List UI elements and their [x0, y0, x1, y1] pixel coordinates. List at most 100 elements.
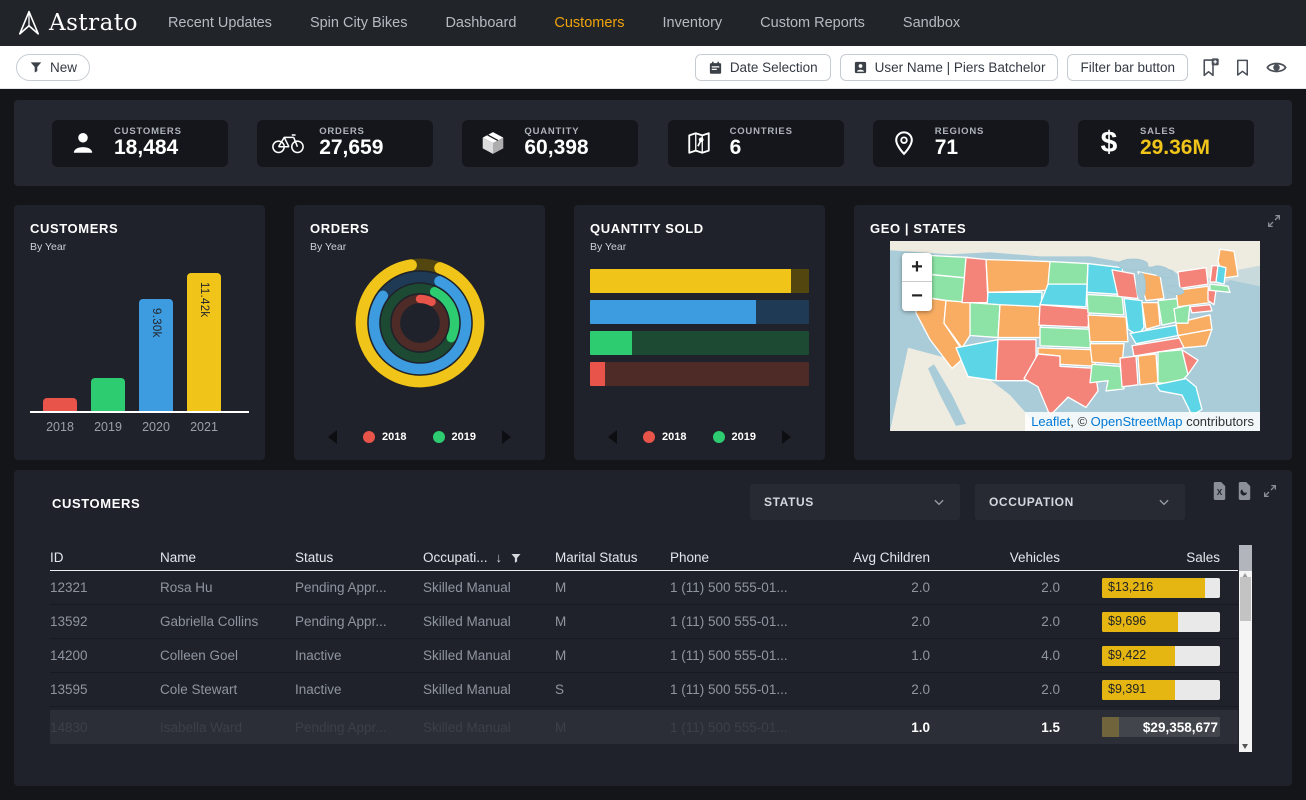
bookmark-icon [1233, 58, 1252, 77]
hbar-2019[interactable] [590, 331, 809, 355]
leaflet-map[interactable]: + − [890, 241, 1260, 431]
bookmark-button[interactable] [1231, 56, 1254, 79]
nav-item-spin-city-bikes[interactable]: Spin City Bikes [310, 15, 408, 31]
calendar-icon [708, 60, 723, 75]
kpi-sales[interactable]: $ SALES 29.36M [1078, 120, 1254, 167]
nav-item-customers[interactable]: Customers [554, 15, 624, 31]
orders-legend: 2018 2019 [310, 430, 529, 444]
total-sales: $29,358,677 [1102, 717, 1220, 737]
nav-item-custom-reports[interactable]: Custom Reports [760, 15, 865, 31]
charts-row: CUSTOMERS By Year 9.30k11.42k 2018201920… [14, 205, 1292, 460]
map-zoom-control: + − [902, 253, 932, 311]
date-selection-button[interactable]: Date Selection [695, 54, 831, 81]
table-row[interactable]: 14200 Colleen Goel Inactive Skilled Manu… [50, 639, 1238, 673]
table-header-row: ID Name Status Occupati... ↓ Marital Sta… [50, 545, 1238, 571]
bookmark-add-button[interactable] [1197, 55, 1222, 80]
person-icon [66, 130, 100, 156]
status-filter-dropdown[interactable]: STATUS [750, 484, 960, 520]
nav-item-dashboard[interactable]: Dashboard [445, 15, 516, 31]
table-scrollbar[interactable] [1239, 545, 1252, 752]
kpi-regions[interactable]: REGIONS 71 [873, 120, 1049, 167]
legend-prev-arrow[interactable] [328, 430, 337, 444]
table-row[interactable]: 13595 Cole Stewart Inactive Skilled Manu… [50, 673, 1238, 707]
orders-donut-svg [352, 255, 488, 391]
kpi-quantity[interactable]: QUANTITY 60,398 [462, 120, 638, 167]
hbar-2020[interactable] [590, 300, 809, 324]
legend-item-2018[interactable]: 2018 [363, 431, 406, 443]
col-avg-children[interactable]: Avg Children [830, 550, 940, 565]
nav-item-recent-updates[interactable]: Recent Updates [168, 15, 272, 31]
excel-export-icon[interactable]: X [1212, 482, 1227, 500]
brand[interactable]: Astrato [16, 10, 138, 36]
pin-icon [887, 130, 921, 156]
sort-desc-icon[interactable]: ↓ [496, 550, 503, 565]
customers-table-panel: CUSTOMERS STATUS OCCUPATION X [14, 470, 1292, 786]
legend-next-arrow[interactable] [782, 430, 791, 444]
bar-2020[interactable]: 9.30k [139, 299, 173, 411]
table-row[interactable]: 13592 Gabriella Collins Pending Appr... … [50, 605, 1238, 639]
filter-bar-button[interactable]: Filter bar button [1067, 54, 1188, 81]
customers-bar-xaxis: 2018201920202021 [30, 420, 249, 434]
expand-icon[interactable] [1266, 213, 1282, 229]
bar-2018[interactable] [43, 398, 77, 411]
legend-next-arrow[interactable] [502, 430, 511, 444]
map-icon [682, 130, 716, 156]
leaflet-link[interactable]: Leaflet [1031, 414, 1070, 429]
col-vehicles[interactable]: Vehicles [940, 550, 1070, 565]
kpi-strip: CUSTOMERS 18,484 ORDERS 27,659 QUANTITY … [14, 100, 1292, 186]
map-title: GEO | STATES [870, 221, 1276, 236]
col-marital-status[interactable]: Marital Status [555, 550, 670, 565]
table-title: CUSTOMERS [52, 496, 140, 511]
user-button[interactable]: User Name | Piers Batchelor [840, 54, 1059, 81]
scrollbar-thumb[interactable] [1240, 577, 1251, 621]
bookmark-add-icon [1199, 57, 1220, 78]
bar-2021[interactable]: 11.42k [187, 273, 221, 411]
column-filter-icon[interactable] [510, 552, 522, 564]
col-occupation[interactable]: Occupati... ↓ [423, 550, 555, 565]
new-filter-button[interactable]: New [16, 54, 90, 81]
bar-2019[interactable] [91, 378, 125, 411]
col-name[interactable]: Name [160, 550, 295, 565]
col-id[interactable]: ID [50, 550, 160, 565]
nav-menu: Recent Updates Spin City Bikes Dashboard… [168, 15, 960, 31]
quantity-legend: 2018 2019 [590, 430, 809, 444]
legend-item-2018[interactable]: 2018 [643, 431, 686, 443]
chevron-down-icon [1157, 495, 1171, 509]
table-totals-row: 14830 Isabella Ward Pending Appr... Skil… [50, 710, 1238, 744]
brand-name: Astrato [49, 10, 138, 36]
col-sales[interactable]: Sales [1070, 550, 1220, 565]
col-status[interactable]: Status [295, 550, 423, 565]
view-button[interactable] [1263, 54, 1290, 81]
legend-prev-arrow[interactable] [608, 430, 617, 444]
sales-bar: $9,696 [1102, 612, 1220, 632]
box-icon [476, 130, 510, 156]
openstreetmap-link[interactable]: OpenStreetMap [1091, 414, 1183, 429]
hbar-2018[interactable] [590, 362, 809, 386]
quantity-hbar-plot [590, 269, 809, 386]
chart-subtitle: By Year [30, 241, 249, 253]
nav-item-inventory[interactable]: Inventory [663, 15, 723, 31]
svg-text:X: X [1217, 488, 1223, 497]
hbar-2021[interactable] [590, 269, 809, 293]
scroll-down-arrow[interactable] [1242, 744, 1248, 749]
zoom-in-button[interactable]: + [902, 253, 932, 282]
kpi-customers[interactable]: CUSTOMERS 18,484 [52, 120, 228, 167]
nav-item-sandbox[interactable]: Sandbox [903, 15, 960, 31]
toolbar: New Date Selection User Name | Piers Bat… [0, 46, 1306, 89]
chevron-down-icon [932, 495, 946, 509]
dollar-icon: $ [1092, 128, 1126, 158]
sales-bar: $13,216 [1102, 578, 1220, 598]
expand-icon[interactable] [1262, 483, 1278, 499]
usa-choropleth [890, 241, 1260, 431]
total-vehicles: 1.5 [940, 720, 1070, 735]
document-export-icon[interactable] [1237, 482, 1252, 500]
legend-item-2019[interactable]: 2019 [433, 431, 476, 443]
legend-item-2019[interactable]: 2019 [713, 431, 756, 443]
kpi-orders[interactable]: ORDERS 27,659 [257, 120, 433, 167]
col-phone[interactable]: Phone [670, 550, 830, 565]
dashboard-content: CUSTOMERS 18,484 ORDERS 27,659 QUANTITY … [0, 89, 1306, 800]
occupation-filter-dropdown[interactable]: OCCUPATION [975, 484, 1185, 520]
kpi-countries[interactable]: COUNTRIES 6 [668, 120, 844, 167]
table-row[interactable]: 12321 Rosa Hu Pending Appr... Skilled Ma… [50, 571, 1238, 605]
zoom-out-button[interactable]: − [902, 282, 932, 311]
